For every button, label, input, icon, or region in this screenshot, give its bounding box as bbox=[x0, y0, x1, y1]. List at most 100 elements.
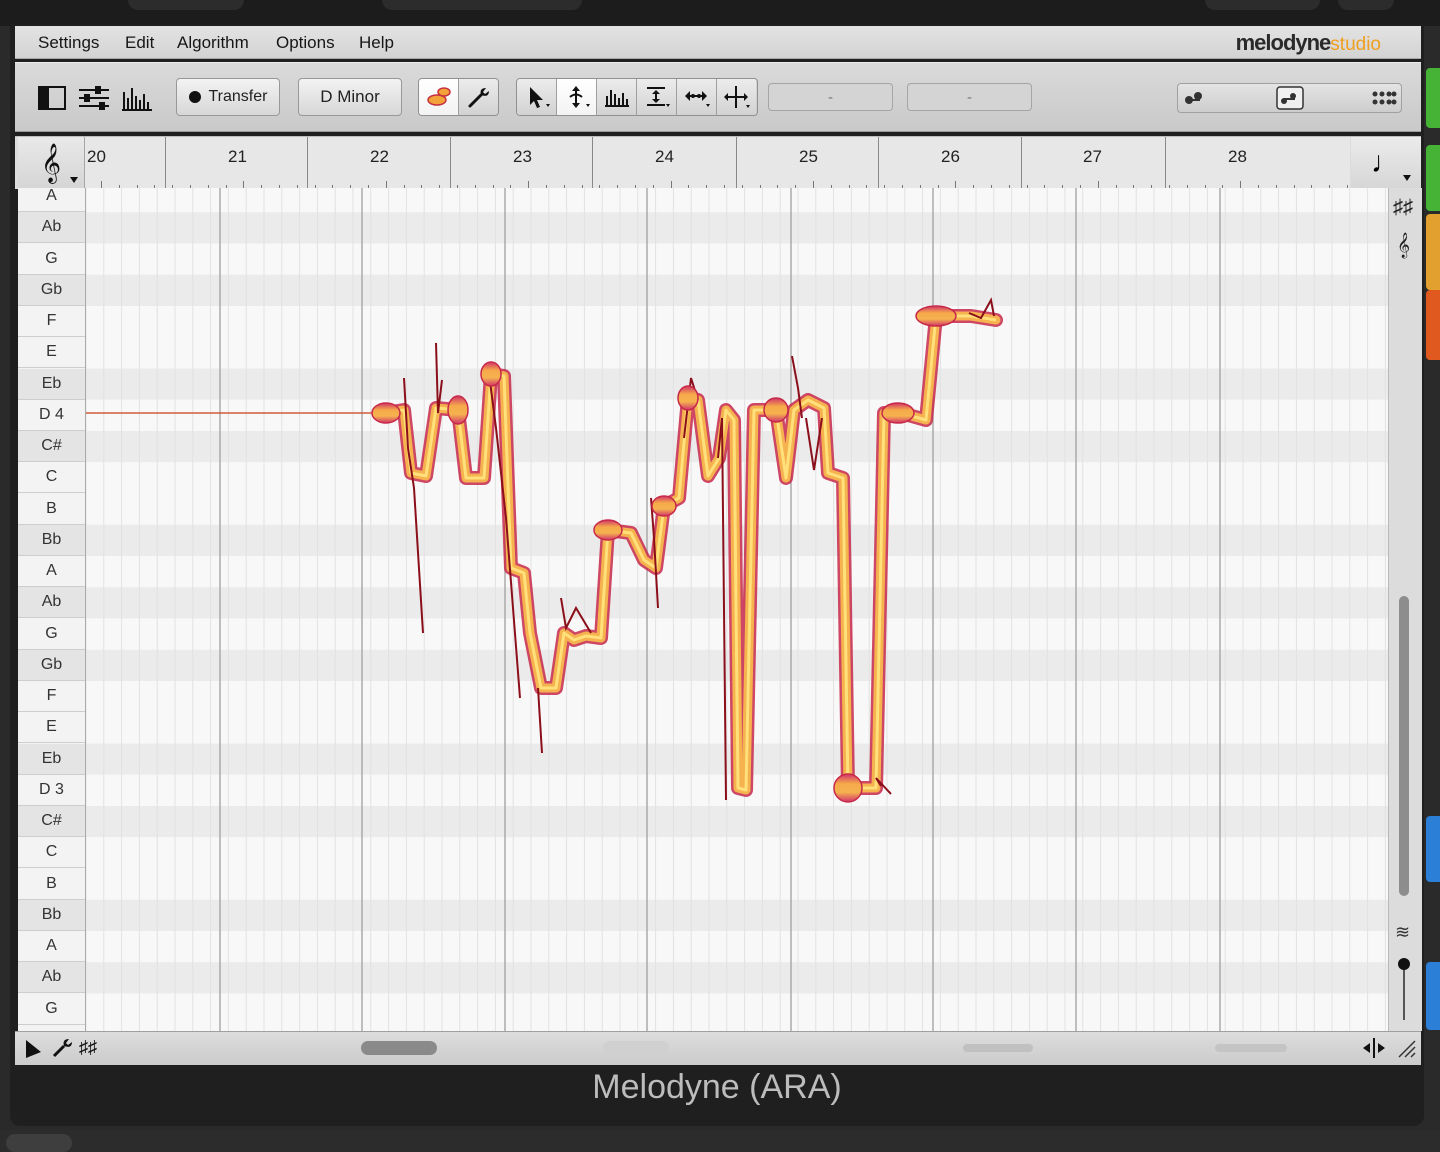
bar-label: 27 bbox=[1083, 147, 1102, 166]
pitch-ruler[interactable]: A Ab G Gb F E Eb D 4 C# C B Bb A Ab G Gb F E Eb D 3 C# C B Bb A A… bbox=[18, 188, 86, 1031]
vertical-zoom-scrollbar[interactable] bbox=[1399, 596, 1409, 896]
pitch-key[interactable]: Eb bbox=[18, 368, 85, 400]
pitch-key[interactable]: G bbox=[18, 244, 85, 275]
host-pill-far-right[interactable] bbox=[1338, 0, 1394, 10]
pitch-grid-sharps-icon[interactable]: ♯♯ bbox=[1393, 196, 1413, 219]
pitch-key[interactable]: Gb bbox=[18, 274, 85, 306]
formant-tool-icon bbox=[646, 87, 670, 107]
spectrum-view-icon[interactable] bbox=[121, 84, 153, 112]
pitch-key[interactable]: C# bbox=[18, 431, 85, 462]
pitch-key[interactable]: Bb bbox=[18, 899, 85, 931]
pitch-key[interactable]: A bbox=[18, 556, 85, 587]
pitch-key[interactable]: C bbox=[18, 462, 85, 494]
pitch-key[interactable]: D 4 bbox=[18, 400, 85, 431]
note-blob[interactable] bbox=[763, 397, 789, 423]
readout-field-2-value: - bbox=[967, 88, 972, 106]
view-mode-selector[interactable] bbox=[1177, 83, 1402, 113]
play-marker-icon[interactable] bbox=[23, 1038, 43, 1060]
pitch-key[interactable]: C bbox=[18, 837, 85, 869]
time-tool-button[interactable] bbox=[677, 79, 717, 115]
pitch-key[interactable]: E bbox=[18, 337, 85, 369]
note-blob[interactable] bbox=[677, 385, 699, 411]
readout-field-1[interactable]: - bbox=[768, 83, 893, 111]
horizontal-scrollbar-thumb[interactable] bbox=[361, 1041, 437, 1055]
pitch-key[interactable]: G bbox=[18, 994, 85, 1025]
menu-options[interactable]: Options bbox=[276, 33, 335, 53]
scale-snap-icon[interactable]: 𝄞 bbox=[1397, 232, 1410, 258]
note-blob[interactable] bbox=[881, 402, 915, 424]
multi-track-icon[interactable] bbox=[1276, 86, 1304, 110]
note-blob[interactable] bbox=[593, 519, 623, 541]
timeline-ruler[interactable]: 20 21 22 23 24 25 26 27 28 bbox=[85, 137, 1366, 189]
note-blob[interactable] bbox=[371, 402, 401, 424]
bar-ruler-line bbox=[736, 137, 737, 189]
transfer-button[interactable]: Transfer bbox=[176, 78, 280, 116]
pitch-key[interactable]: A bbox=[18, 188, 85, 212]
single-track-icon[interactable] bbox=[1182, 88, 1208, 108]
pitch-key[interactable]: E bbox=[18, 712, 85, 744]
amplitude-tool-button[interactable] bbox=[597, 79, 637, 115]
formant-tool-button[interactable] bbox=[637, 79, 677, 115]
note-blob[interactable] bbox=[915, 305, 957, 327]
pitch-key[interactable]: D 3 bbox=[18, 775, 85, 806]
pitch-key[interactable]: F bbox=[18, 681, 85, 712]
treble-clef-icon: 𝄞 bbox=[40, 143, 62, 182]
plugin-window-title: Melodyne (ARA) bbox=[592, 1068, 842, 1106]
note-blob[interactable] bbox=[480, 361, 502, 387]
mixer-sliders-icon[interactable] bbox=[77, 84, 111, 112]
bar-ruler-line bbox=[1021, 137, 1022, 189]
pitch-key[interactable]: Gb bbox=[18, 649, 85, 681]
pitch-key[interactable]: Ab bbox=[18, 587, 85, 619]
all-tracks-icon[interactable] bbox=[1370, 88, 1398, 108]
resize-grip-icon[interactable] bbox=[1395, 1037, 1417, 1059]
main-tool-button[interactable] bbox=[517, 79, 557, 115]
pitch-row bbox=[86, 337, 1388, 369]
pitch-tool-button[interactable] bbox=[557, 79, 597, 115]
pitch-key[interactable]: F bbox=[18, 306, 85, 337]
sharps-small-icon[interactable]: ♯♯ bbox=[79, 1037, 97, 1058]
fit-zoom-icon[interactable] bbox=[1361, 1037, 1387, 1059]
host-scroll-thumb[interactable] bbox=[6, 1134, 72, 1152]
bar-ruler-line bbox=[165, 137, 166, 189]
bottom-scroll-bar: ♯♯ bbox=[15, 1031, 1421, 1065]
wave-zoom-icon[interactable]: ≋ bbox=[1395, 922, 1410, 943]
wrench-mode-button[interactable] bbox=[459, 79, 498, 115]
scale-key-button[interactable]: D Minor bbox=[298, 78, 402, 116]
inspector-toggle-icon[interactable] bbox=[37, 84, 67, 112]
menu-settings[interactable]: Settings bbox=[38, 33, 99, 53]
move-tool-button[interactable] bbox=[717, 79, 756, 115]
note-blob[interactable] bbox=[833, 773, 863, 803]
menu-help[interactable]: Help bbox=[359, 33, 394, 53]
pitch-key[interactable]: B bbox=[18, 869, 85, 900]
edit-tools-group bbox=[516, 78, 758, 116]
pitch-key[interactable]: A bbox=[18, 931, 85, 962]
pitch-key[interactable]: C# bbox=[18, 806, 85, 837]
clef-dropdown-icon bbox=[70, 177, 78, 183]
pitch-key[interactable]: Bb bbox=[18, 524, 85, 556]
note-grid-canvas[interactable] bbox=[86, 188, 1388, 1031]
bar-ruler-line bbox=[592, 137, 593, 189]
amplitude-zoom-track bbox=[1403, 968, 1405, 1020]
pitch-row bbox=[86, 368, 1388, 400]
waveform-overview-2 bbox=[963, 1044, 1033, 1052]
note-blob[interactable] bbox=[447, 395, 469, 425]
note-blob[interactable] bbox=[651, 495, 677, 517]
pitch-tool-icon bbox=[568, 86, 590, 108]
pitch-key[interactable]: Ab bbox=[18, 962, 85, 994]
clef-selector[interactable]: 𝄞 bbox=[18, 137, 85, 189]
pitch-key[interactable]: G bbox=[18, 619, 85, 650]
mode-tool-group bbox=[418, 78, 499, 116]
host-pill-right[interactable] bbox=[1205, 0, 1320, 10]
host-transport-pill[interactable] bbox=[128, 0, 244, 10]
wrench-small-icon[interactable] bbox=[51, 1037, 73, 1059]
readout-field-2[interactable]: - bbox=[907, 83, 1032, 111]
note-value-selector[interactable]: ♩ bbox=[1351, 137, 1421, 189]
note-editor-mode-button[interactable] bbox=[419, 79, 459, 115]
note-editor-grid[interactable] bbox=[86, 188, 1388, 1031]
menu-edit[interactable]: Edit bbox=[125, 33, 154, 53]
amplitude-zoom-knob[interactable] bbox=[1398, 958, 1410, 970]
pitch-key[interactable]: Ab bbox=[18, 212, 85, 244]
pitch-key[interactable]: B bbox=[18, 494, 85, 525]
pitch-key[interactable]: Eb bbox=[18, 743, 85, 775]
menu-algorithm[interactable]: Algorithm bbox=[177, 33, 249, 53]
